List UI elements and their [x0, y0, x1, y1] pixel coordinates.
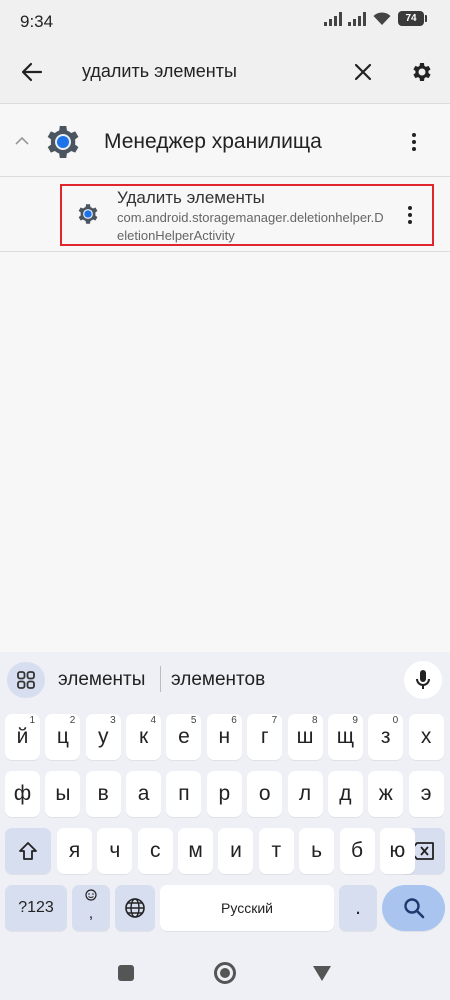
suggestion-1[interactable]: элементы [58, 669, 145, 691]
key-7[interactable]: г7 [247, 714, 283, 760]
key-row2-7[interactable]: о [247, 771, 283, 817]
key-9[interactable]: щ9 [327, 714, 363, 760]
key-1[interactable]: й1 [5, 714, 40, 760]
key-5[interactable]: е5 [166, 714, 202, 760]
emoji-icon [85, 889, 97, 901]
symbols-key[interactable]: ?123 [5, 885, 67, 931]
key-row2-6[interactable]: р [206, 771, 242, 817]
key-row2-4[interactable]: а [126, 771, 162, 817]
key-4[interactable]: к4 [126, 714, 162, 760]
recents-button[interactable] [118, 965, 134, 981]
result-group-storage-manager[interactable]: Менеджер хранилища [0, 105, 450, 177]
back-button[interactable] [16, 56, 48, 88]
battery-icon: 74 [398, 11, 427, 26]
voice-input-button[interactable] [404, 661, 442, 699]
globe-icon [125, 898, 145, 918]
shift-key[interactable] [5, 828, 51, 874]
emoji-comma-key[interactable]: , [72, 885, 110, 931]
key-row2-3[interactable]: в [85, 771, 121, 817]
search-bar: удалить элементы [0, 40, 450, 104]
key-hint-number: 9 [352, 715, 358, 726]
key-11[interactable]: х [408, 714, 444, 760]
key-hint-number: 4 [150, 715, 157, 726]
mic-icon [416, 670, 430, 689]
gear-activity-icon [78, 204, 98, 224]
key-hint-number: 7 [271, 715, 278, 726]
search-input[interactable]: удалить элементы [82, 61, 237, 82]
key-hint-number: 8 [311, 715, 318, 726]
group-title: Менеджер хранилища [104, 130, 322, 153]
key-row3-3[interactable]: с [137, 828, 173, 874]
key-row3-7[interactable]: ь [299, 828, 335, 874]
key-row3-6[interactable]: т [258, 828, 294, 874]
arrow-back-icon [21, 62, 43, 82]
key-row2-1[interactable]: ф [5, 771, 40, 817]
grid-icon [17, 671, 35, 689]
shift-icon [19, 842, 37, 860]
key-hint-number: 3 [110, 715, 116, 726]
item-title: Удалить элементы [117, 188, 265, 207]
key-hint-number: 1 [29, 715, 35, 726]
key-hint-number: 5 [190, 715, 197, 726]
item-more-button[interactable] [398, 200, 422, 230]
key-row3-4[interactable]: м [178, 828, 214, 874]
key-row3-8[interactable]: б [339, 828, 375, 874]
group-more-button[interactable] [402, 127, 426, 157]
key-row3-2[interactable]: ч [97, 828, 133, 874]
keyboard-apps-button[interactable] [7, 662, 45, 698]
key-row2-10[interactable]: ж [368, 771, 404, 817]
gear-icon [413, 63, 431, 81]
status-icons: 74 [324, 11, 427, 26]
key-row2-11[interactable]: э [408, 771, 444, 817]
status-time: 9:34 [20, 12, 54, 31]
suggestion-strip: элементы элементов [0, 652, 450, 708]
key-row3-5[interactable]: и [218, 828, 254, 874]
collapse-chevron-icon[interactable] [12, 131, 32, 151]
key-hint-number: 0 [392, 715, 399, 726]
search-icon [403, 898, 424, 919]
language-key[interactable] [115, 885, 155, 931]
comma-label: , [88, 905, 94, 922]
key-row3-1[interactable]: я [57, 828, 92, 874]
key-hint-number: 2 [69, 715, 76, 726]
key-2[interactable]: ц2 [45, 714, 81, 760]
status-bar: 9:34 74 [0, 0, 450, 40]
storage-manager-app-icon [47, 126, 79, 158]
key-row2-2[interactable]: ы [45, 771, 81, 817]
settings-button[interactable] [406, 56, 438, 88]
key-row2-8[interactable]: л [287, 771, 323, 817]
wifi-icon [373, 12, 391, 25]
suggestion-divider [160, 666, 161, 692]
signal-icon [324, 11, 342, 26]
back-nav-button[interactable] [313, 966, 331, 981]
key-row2-9[interactable]: д [327, 771, 363, 817]
keyboard: элементы элементов й1ц2у3к4е5н6г7ш8щ9з0х… [0, 652, 450, 952]
result-item-delete-items[interactable]: Удалить элементы com.android.storagemana… [0, 178, 450, 252]
key-10[interactable]: з0 [368, 714, 404, 760]
key-row3-9[interactable]: ю [379, 828, 415, 874]
signal-icon-2 [348, 11, 366, 26]
key-3[interactable]: у3 [85, 714, 121, 760]
key-row2-5[interactable]: п [166, 771, 202, 817]
item-subtitle: com.android.storagemanager.deletionhelpe… [117, 210, 384, 243]
key-hint-number: 6 [231, 715, 237, 726]
key-8[interactable]: ш8 [287, 714, 323, 760]
period-key[interactable]: . [339, 885, 377, 931]
home-button[interactable] [214, 962, 236, 984]
clear-search-button[interactable] [347, 56, 379, 88]
key-6[interactable]: н6 [206, 714, 242, 760]
suggestion-2[interactable]: элементов [171, 669, 265, 691]
space-key[interactable]: Русский [160, 885, 334, 931]
navigation-bar [0, 952, 450, 1000]
close-icon [354, 63, 372, 81]
search-key[interactable] [382, 885, 445, 931]
